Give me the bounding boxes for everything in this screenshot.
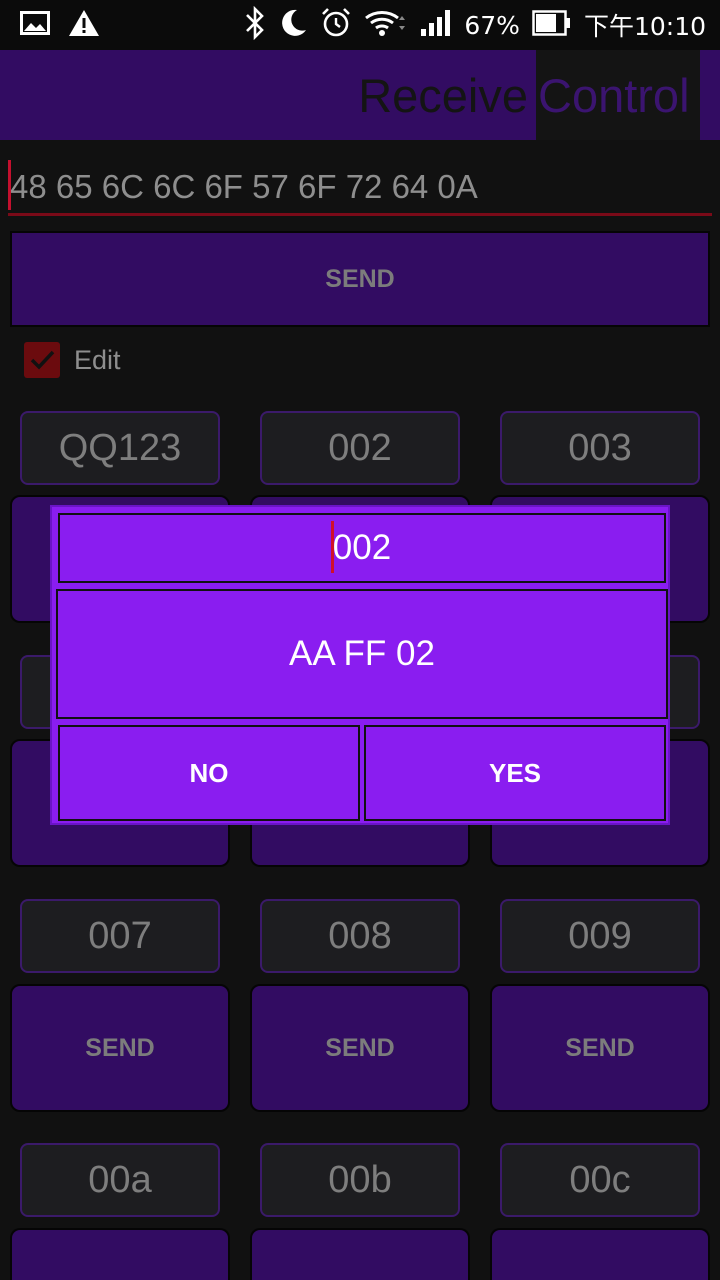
tab-control[interactable]: Control <box>536 50 700 140</box>
command-name-2[interactable]: 002 <box>260 411 460 485</box>
command-name-3[interactable]: 003 <box>500 411 700 485</box>
command-name-11[interactable]: 00b <box>260 1143 460 1217</box>
text-cursor <box>8 160 11 210</box>
edit-toggle[interactable]: Edit <box>24 340 121 380</box>
wifi-icon <box>364 8 408 42</box>
command-name-10[interactable]: 00a <box>20 1143 220 1217</box>
warning-icon <box>68 9 100 41</box>
command-send-11[interactable] <box>250 1228 470 1280</box>
yes-button[interactable]: YES <box>364 725 666 821</box>
tab-receive[interactable]: Receive <box>350 50 536 140</box>
moon-icon <box>278 8 308 42</box>
command-send-10[interactable] <box>10 1228 230 1280</box>
dialog-name-input[interactable]: 002 <box>58 513 666 583</box>
command-name-8[interactable]: 008 <box>260 899 460 973</box>
command-send-12[interactable] <box>490 1228 710 1280</box>
command-send-8[interactable]: SEND <box>250 984 470 1112</box>
signal-icon <box>420 9 452 41</box>
dialog-text-cursor <box>331 521 334 573</box>
command-send-9[interactable]: SEND <box>490 984 710 1112</box>
edit-checkbox[interactable] <box>24 342 60 378</box>
tab-bar: Receive Control <box>0 50 720 140</box>
edit-label: Edit <box>74 344 121 375</box>
command-name-9[interactable]: 009 <box>500 899 700 973</box>
command-name-12[interactable]: 00c <box>500 1143 700 1217</box>
no-button[interactable]: NO <box>58 725 360 821</box>
command-send-7[interactable]: SEND <box>10 984 230 1112</box>
send-button[interactable]: SEND <box>10 231 710 327</box>
bluetooth-icon <box>244 5 266 44</box>
battery-icon <box>532 10 572 40</box>
command-name-7[interactable]: 007 <box>20 899 220 973</box>
gallery-icon <box>20 11 50 39</box>
alarm-icon <box>320 7 352 43</box>
status-bar: 67% 下午10:10 <box>0 0 720 50</box>
clock: 下午10:10 <box>583 12 706 41</box>
edit-command-dialog: 002 AA FF 02 NO YES <box>50 505 670 825</box>
dialog-data-input[interactable]: AA FF 02 <box>56 589 668 719</box>
hex-data-input[interactable] <box>8 160 712 216</box>
checkmark-icon <box>30 350 55 370</box>
command-name-1[interactable]: QQ123 <box>20 411 220 485</box>
battery-percent: 67% <box>464 10 520 40</box>
